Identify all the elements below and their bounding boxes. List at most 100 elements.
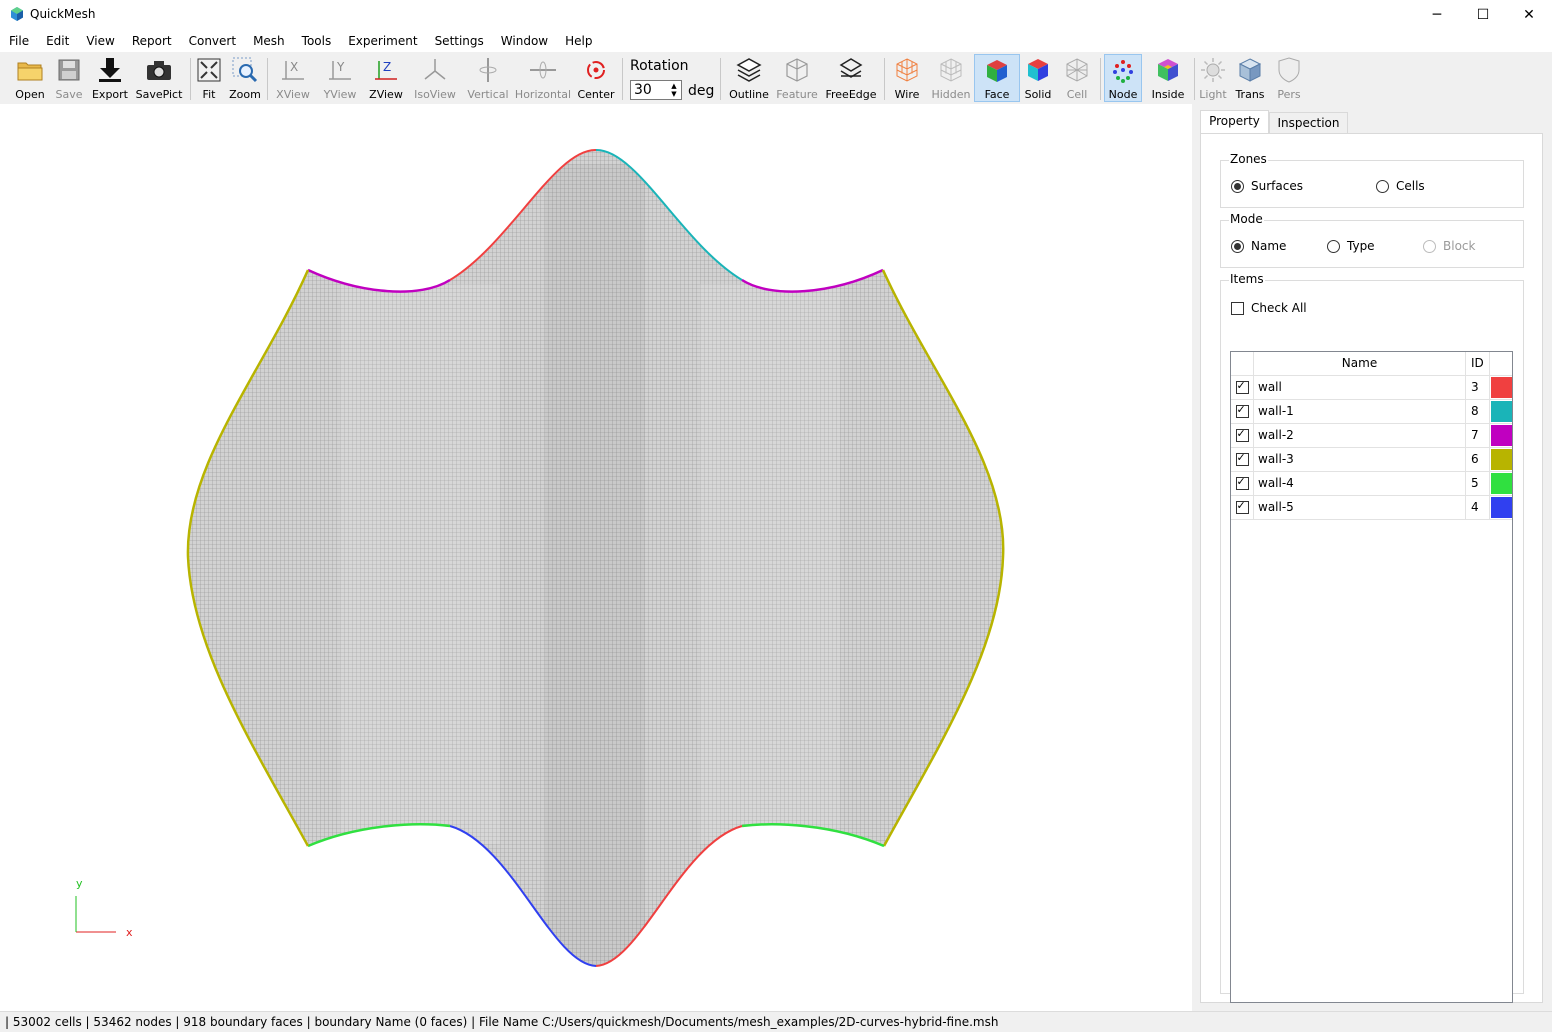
name-radio[interactable]: Name [1231,239,1286,253]
rotation-spinner[interactable]: ▲ ▼ [668,82,680,98]
menu-help[interactable]: Help [556,30,600,52]
face-button[interactable]: Face [974,54,1020,102]
light-button[interactable]: Light [1198,54,1228,102]
close-button[interactable]: ✕ [1506,0,1552,30]
solid-button[interactable]: Solid [1020,54,1056,102]
menu-file[interactable]: File [0,30,37,52]
freeedge-button[interactable]: FreeEdge [824,54,878,102]
name-column-header[interactable]: Name [1254,352,1466,375]
table-row[interactable]: wall-27 [1231,424,1512,448]
savepict-button[interactable]: SavePict [134,54,184,102]
close-icon: ✕ [1523,7,1535,23]
spin-up-icon[interactable]: ▲ [668,82,680,90]
cube-feature-icon [786,58,808,82]
horizontal-rotate-icon [530,61,556,79]
camera-icon [147,61,171,80]
zview-button[interactable]: Z ZView [366,54,406,102]
row-checkbox[interactable] [1231,448,1254,471]
zone-color-swatch[interactable] [1491,497,1512,518]
xview-button[interactable]: X XView [274,54,312,102]
type-radio[interactable]: Type [1327,239,1375,253]
tab-inspection[interactable]: Inspection [1269,112,1348,134]
center-target-icon [587,61,605,79]
menu-view[interactable]: View [77,30,122,52]
menu-report[interactable]: Report [123,30,180,52]
row-checkbox[interactable] [1231,496,1254,519]
app-logo-icon [11,7,23,21]
perspective-shield-icon [1278,57,1300,83]
maximize-button[interactable]: ☐ [1460,0,1506,30]
surfaces-radio[interactable]: Surfaces [1231,179,1303,193]
table-row[interactable]: wall3 [1231,376,1512,400]
menu-experiment[interactable]: Experiment [339,30,425,52]
menu-tools[interactable]: Tools [293,30,340,52]
tab-property[interactable]: Property [1200,110,1269,134]
zones-group: Zones Surfaces Cells [1220,152,1524,208]
y-axis-view-icon: Y [329,60,351,80]
layers-outline-icon [736,58,762,82]
menu-mesh[interactable]: Mesh [244,30,293,52]
table-row[interactable]: wall-45 [1231,472,1512,496]
zone-id: 8 [1467,400,1490,423]
zone-color-swatch[interactable] [1491,401,1512,422]
axis-x-label: x [126,926,133,939]
table-row[interactable]: wall-36 [1231,448,1512,472]
free-edge-icon [839,58,863,78]
table-row[interactable]: wall-54 [1231,496,1512,520]
cells-radio[interactable]: Cells [1376,179,1425,193]
menu-window[interactable]: Window [492,30,556,52]
pers-button[interactable]: Pers [1272,54,1306,102]
table-header: Name ID [1231,352,1512,376]
zone-color-swatch[interactable] [1491,449,1512,470]
mesh-viewport[interactable]: y x [0,104,1192,1011]
horizontal-button[interactable]: Horizontal [515,54,571,102]
zone-name: wall [1254,376,1466,399]
hidden-button[interactable]: Hidden [930,54,972,102]
zone-name: wall-2 [1254,424,1466,447]
block-radio[interactable]: Block [1423,239,1475,253]
table-row[interactable]: wall-18 [1231,400,1512,424]
id-column-header[interactable]: ID [1467,352,1490,375]
row-checkbox[interactable] [1231,376,1254,399]
isoview-button[interactable]: IsoView [412,54,458,102]
wire-cube-icon [896,58,918,82]
menu-convert[interactable]: Convert [180,30,244,52]
node-points-icon [1113,59,1133,83]
zoom-button[interactable]: Zoom [228,54,262,102]
check-all-checkbox[interactable]: Check All [1231,301,1307,315]
open-button[interactable]: Open [10,54,50,102]
mesh-render[interactable]: y x [0,104,1192,1011]
cell-button[interactable]: Cell [1060,54,1094,102]
row-checkbox[interactable] [1231,400,1254,423]
menu-edit[interactable]: Edit [37,30,77,52]
inside-button[interactable]: Inside [1148,54,1188,102]
save-button[interactable]: Save [50,54,88,102]
isometric-view-icon [424,59,446,80]
yview-button[interactable]: Y YView [320,54,360,102]
menu-settings[interactable]: Settings [426,30,492,52]
row-checkbox[interactable] [1231,472,1254,495]
center-button[interactable]: Center [576,54,616,102]
row-checkbox[interactable] [1231,424,1254,447]
zone-color-swatch[interactable] [1491,377,1512,398]
trans-button[interactable]: Trans [1232,54,1268,102]
minimize-button[interactable]: ─ [1414,0,1460,30]
radio-unchecked-icon [1327,239,1340,253]
wire-button[interactable]: Wire [888,54,926,102]
rotation-unit: deg [688,83,715,99]
vertical-button[interactable]: Vertical [466,54,510,102]
toolbar-separator [1194,58,1195,100]
inside-cube-icon [1158,59,1178,81]
zone-id: 5 [1467,472,1490,495]
export-button[interactable]: Export [90,54,130,102]
svg-text:Y: Y [336,60,345,74]
node-button[interactable]: Node [1104,54,1142,102]
feature-button[interactable]: Feature [776,54,818,102]
outline-button[interactable]: Outline [728,54,770,102]
spin-down-icon[interactable]: ▼ [668,90,680,98]
rotation-control: Rotation 30 ▲ ▼ deg [628,56,714,102]
zone-color-swatch[interactable] [1491,473,1512,494]
checkbox-unchecked-icon [1231,301,1244,315]
fit-button[interactable]: Fit [194,54,224,102]
zone-color-swatch[interactable] [1491,425,1512,446]
